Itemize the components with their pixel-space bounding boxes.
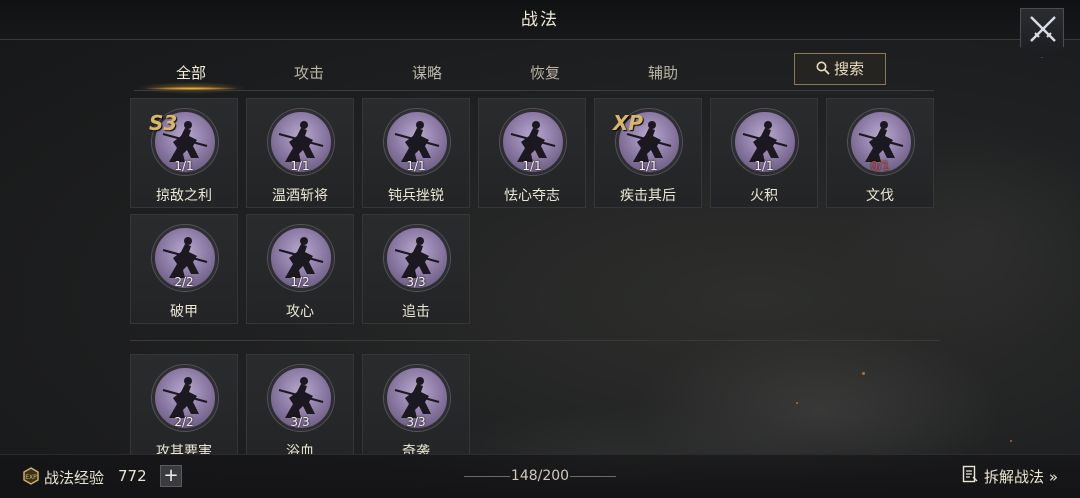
decompose-label: 拆解战法 » (984, 468, 1058, 486)
tactic-name: 温酒斩将 (272, 188, 328, 204)
tactic-count: 3/3 (290, 415, 310, 429)
tactic-card[interactable]: 1/2 攻心 (246, 214, 354, 324)
tactic-count: 1/1 (638, 159, 658, 173)
tactic-card[interactable]: 3/3 奇袭 (362, 354, 470, 454)
tactic-count: 1/2 (290, 275, 310, 289)
tactic-count: 3/3 (406, 275, 426, 289)
tactic-name: 奇袭 (402, 444, 430, 454)
tactic-card[interactable]: 1/1 钝兵挫锐 (362, 98, 470, 208)
section-divider (130, 340, 940, 341)
search-button[interactable]: 搜索 (794, 53, 886, 85)
ember-particle (1010, 440, 1012, 442)
tactic-card[interactable]: 1/1 火积 (710, 98, 818, 208)
search-label: 搜索 (833, 60, 864, 78)
tactic-count: 2/2 (174, 275, 194, 289)
tab-attack[interactable]: 攻击 (254, 56, 364, 90)
tactic-count: 1/1 (522, 159, 542, 173)
tactic-card[interactable]: 2/2 攻其要害 (130, 354, 238, 454)
tab-support[interactable]: 辅助 (608, 56, 718, 90)
tactic-name: 火积 (750, 188, 778, 204)
tactic-name: 破甲 (170, 304, 198, 320)
tactic-card[interactable]: 1/1 怯心夺志 (478, 98, 586, 208)
tactic-count: 1/1 (174, 159, 194, 173)
tactic-count: 3/3 (406, 415, 426, 429)
close-button[interactable] (1020, 8, 1064, 58)
tactic-name: 攻其要害 (156, 444, 212, 454)
tab-all[interactable]: 全部 (136, 56, 246, 94)
tactic-card[interactable]: 2/2 破甲 (130, 214, 238, 324)
page-title: 战法 (521, 10, 559, 30)
tactic-card[interactable]: 1/1 S3 掠敌之利 (130, 98, 238, 208)
tactic-name: 攻心 (286, 304, 314, 320)
tactic-name: 文伐 (866, 188, 894, 204)
title-bar: 战法 (0, 0, 1080, 40)
tactic-name: 追击 (402, 304, 430, 320)
tactic-name: 浴血 (286, 444, 314, 454)
tactic-name: 怯心夺志 (504, 188, 560, 204)
tactic-card[interactable]: 3/3 浴血 (246, 354, 354, 454)
tactic-count: 0/1 (870, 159, 890, 173)
crossed-swords-icon (1030, 16, 1056, 42)
tactic-badge: S3 (149, 111, 178, 135)
tactics-grid: 1/1 S3 掠敌之利 1/1 温酒斩将 1/1 钝兵挫锐 1/1 怯心夺志 1/1 XP 疾击其后 1… (130, 98, 940, 454)
tactic-card[interactable]: 1/1 温酒斩将 (246, 98, 354, 208)
tactic-count: 2/2 (174, 415, 194, 429)
ember-particle (862, 372, 865, 375)
tactic-count: 1/1 (290, 159, 310, 173)
tab-strategy[interactable]: 谋略 (372, 56, 482, 90)
tactic-name: 掠敌之利 (156, 188, 212, 204)
tactic-count: 1/1 (754, 159, 774, 173)
tactic-name: 钝兵挫锐 (388, 188, 444, 204)
tactic-count: 1/1 (406, 159, 426, 173)
tactic-badge: XP (613, 111, 644, 135)
decompose-button[interactable]: 拆解战法 » (962, 465, 1058, 489)
page-line-right (570, 476, 616, 477)
tactic-card[interactable]: 3/3 追击 (362, 214, 470, 324)
tactic-name: 疾击其后 (620, 188, 676, 204)
document-icon (962, 465, 978, 490)
search-icon (816, 55, 830, 85)
tab-recovery[interactable]: 恢复 (490, 56, 600, 90)
footer-bar: EXP 战法经验 772 + 148/200 拆解战法 » (0, 454, 1080, 498)
ember-particle (796, 402, 798, 404)
tactics-count: 148/200 (510, 468, 570, 484)
tab-divider (134, 90, 934, 91)
tactic-card[interactable]: 0/1 文伐 (826, 98, 934, 208)
tactic-card[interactable]: 1/1 XP 疾击其后 (594, 98, 702, 208)
